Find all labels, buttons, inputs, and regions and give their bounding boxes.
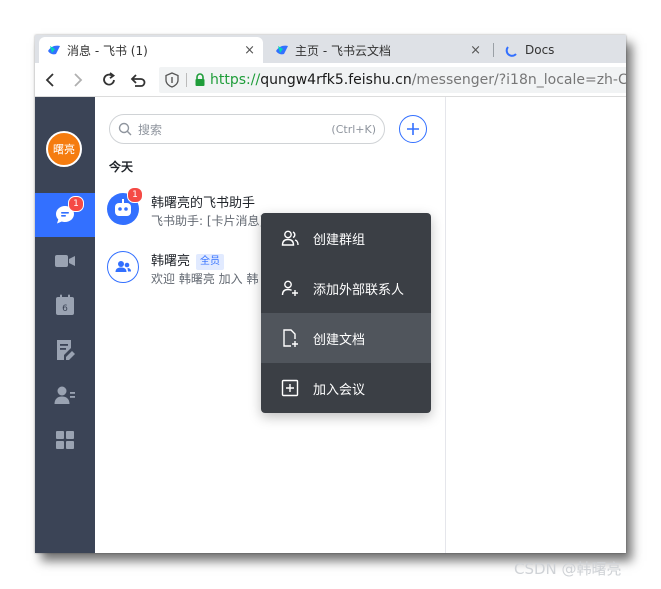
calendar-icon: 6	[56, 294, 74, 315]
document-edit-icon	[57, 340, 75, 360]
url-host: qungw4rfk5.feishu.cn	[260, 72, 412, 88]
feishu-logo-icon	[276, 45, 288, 55]
search-icon	[118, 122, 132, 136]
group-icon	[115, 261, 131, 272]
watermark: CSDN @韩曙亮	[514, 560, 622, 578]
close-icon[interactable]: ×	[244, 43, 255, 58]
sidebar-item-docs[interactable]	[35, 328, 95, 372]
docs-logo-icon	[505, 46, 517, 57]
sidebar-item-workplace[interactable]	[35, 418, 95, 462]
sidebar: 曙亮 1 6	[35, 97, 95, 553]
arrow-right-icon	[74, 73, 83, 87]
navigation-bar: https://qungw4rfk5.feishu.cn/messenger/?…	[35, 63, 626, 97]
shield-icon	[165, 72, 179, 88]
all-members-tag: 全员	[196, 254, 225, 270]
section-title: 今天	[109, 160, 134, 174]
reload-icon	[103, 72, 116, 86]
forward-button[interactable]	[67, 69, 87, 91]
group-add-icon	[281, 230, 299, 246]
tab-docs[interactable]: Docs	[497, 37, 626, 63]
person-add-icon	[281, 280, 298, 296]
tab-bar: 消息 - 飞书 (1) × 主页 - 飞书云文档 × Docs	[35, 35, 626, 63]
search-input[interactable]: 搜索 (Ctrl+K)	[109, 114, 385, 144]
arrow-left-icon	[45, 73, 54, 87]
sidebar-item-messages[interactable]: 1	[35, 193, 95, 237]
feishu-app: 曙亮 1 6 搜索 (Ctrl+K) 今天 1 韩曙亮的飞书助手 飞书助手: […	[35, 97, 626, 553]
close-icon[interactable]: ×	[470, 43, 481, 58]
menu-item-label: 加入会议	[313, 382, 366, 398]
unread-badge: 1	[127, 187, 143, 203]
undo-icon	[130, 74, 146, 87]
video-camera-icon	[55, 255, 75, 267]
menu-item-add-contact[interactable]: 添加外部联系人	[261, 263, 431, 313]
unread-badge: 1	[68, 196, 84, 212]
url-path: /messenger/?i18n_locale=zh-CN&	[411, 72, 626, 88]
search-shortcut: (Ctrl+K)	[331, 122, 376, 136]
address-bar[interactable]: https://qungw4rfk5.feishu.cn/messenger/?…	[159, 67, 626, 93]
chat-name: 韩曙亮的飞书助手	[151, 196, 256, 211]
grid-apps-icon	[56, 431, 74, 449]
menu-item-join-meeting[interactable]: 加入会议	[261, 363, 431, 413]
divider	[186, 73, 187, 87]
menu-item-label: 添加外部联系人	[313, 282, 405, 298]
menu-item-label: 创建文档	[313, 332, 366, 348]
tab-title: Docs	[525, 43, 555, 57]
browser-window: 消息 - 飞书 (1) × 主页 - 飞书云文档 × Docs https://…	[35, 35, 626, 553]
meeting-join-icon	[281, 379, 299, 397]
doc-add-icon	[283, 329, 298, 347]
menu-item-create-group[interactable]: 创建群组	[261, 213, 431, 263]
undo-button[interactable]	[127, 69, 147, 91]
tab-home[interactable]: 主页 - 飞书云文档 ×	[267, 37, 489, 63]
tab-title: 消息 - 飞书 (1)	[67, 43, 148, 58]
avatar[interactable]: 曙亮	[46, 131, 82, 167]
menu-item-label: 创建群组	[313, 232, 366, 248]
create-menu: 创建群组 添加外部联系人 创建文档 加入会议	[261, 213, 431, 413]
search-placeholder: 搜索	[138, 122, 163, 137]
chat-preview: 飞书助手: [卡片消息]	[151, 214, 265, 228]
chat-name-text: 韩曙亮	[151, 254, 191, 269]
sidebar-item-calendar[interactable]: 6	[35, 283, 95, 327]
lock-icon	[195, 73, 205, 86]
sidebar-item-video-meeting[interactable]	[35, 239, 95, 283]
group-avatar	[107, 251, 139, 283]
create-button[interactable]	[399, 115, 427, 143]
contacts-icon	[54, 386, 75, 404]
url-scheme: https://	[210, 72, 261, 88]
back-button[interactable]	[41, 69, 61, 91]
tab-messages[interactable]: 消息 - 飞书 (1) ×	[39, 37, 263, 63]
plus-icon	[407, 123, 419, 135]
calendar-day: 6	[62, 304, 68, 314]
sidebar-item-contacts[interactable]	[35, 373, 95, 417]
chat-name: 韩曙亮 全员	[151, 250, 225, 270]
menu-item-create-doc[interactable]: 创建文档	[261, 313, 431, 363]
tab-separator	[493, 43, 494, 57]
tab-title: 主页 - 飞书云文档	[295, 43, 391, 58]
reload-button[interactable]	[99, 69, 119, 91]
chat-preview: 欢迎 韩曙亮 加入 韩	[151, 272, 259, 286]
feishu-logo-icon	[48, 45, 60, 55]
